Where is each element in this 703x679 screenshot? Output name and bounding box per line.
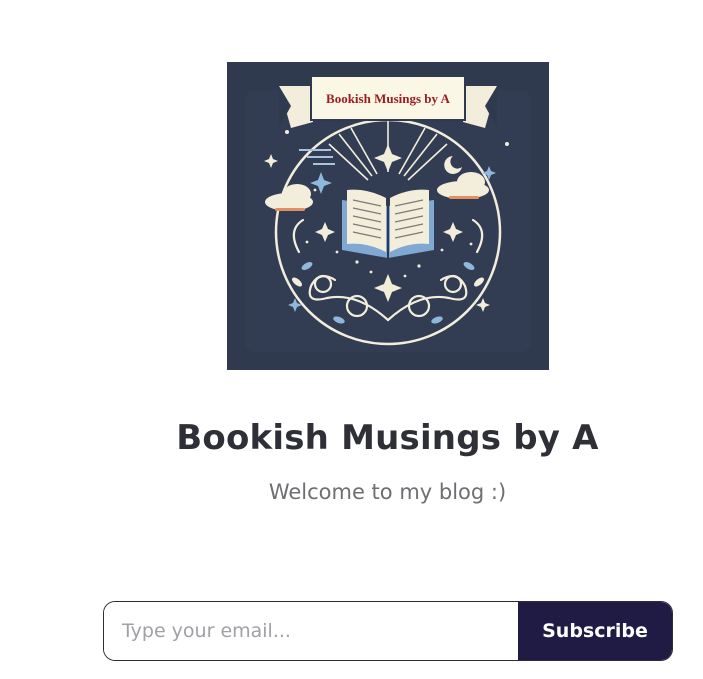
blog-title: Bookish Musings by A [176, 418, 599, 458]
subscribe-button[interactable]: Subscribe [518, 602, 672, 660]
blog-logo: Bookish Musings by A [227, 62, 549, 370]
subscribe-form: Subscribe [103, 601, 673, 661]
blog-landing-page: Bookish Musings by A Bookish Musings by … [0, 0, 703, 679]
email-input[interactable] [104, 602, 518, 660]
blog-tagline: Welcome to my blog :) [268, 480, 507, 504]
logo-banner-text: Bookish Musings by A [326, 91, 451, 106]
